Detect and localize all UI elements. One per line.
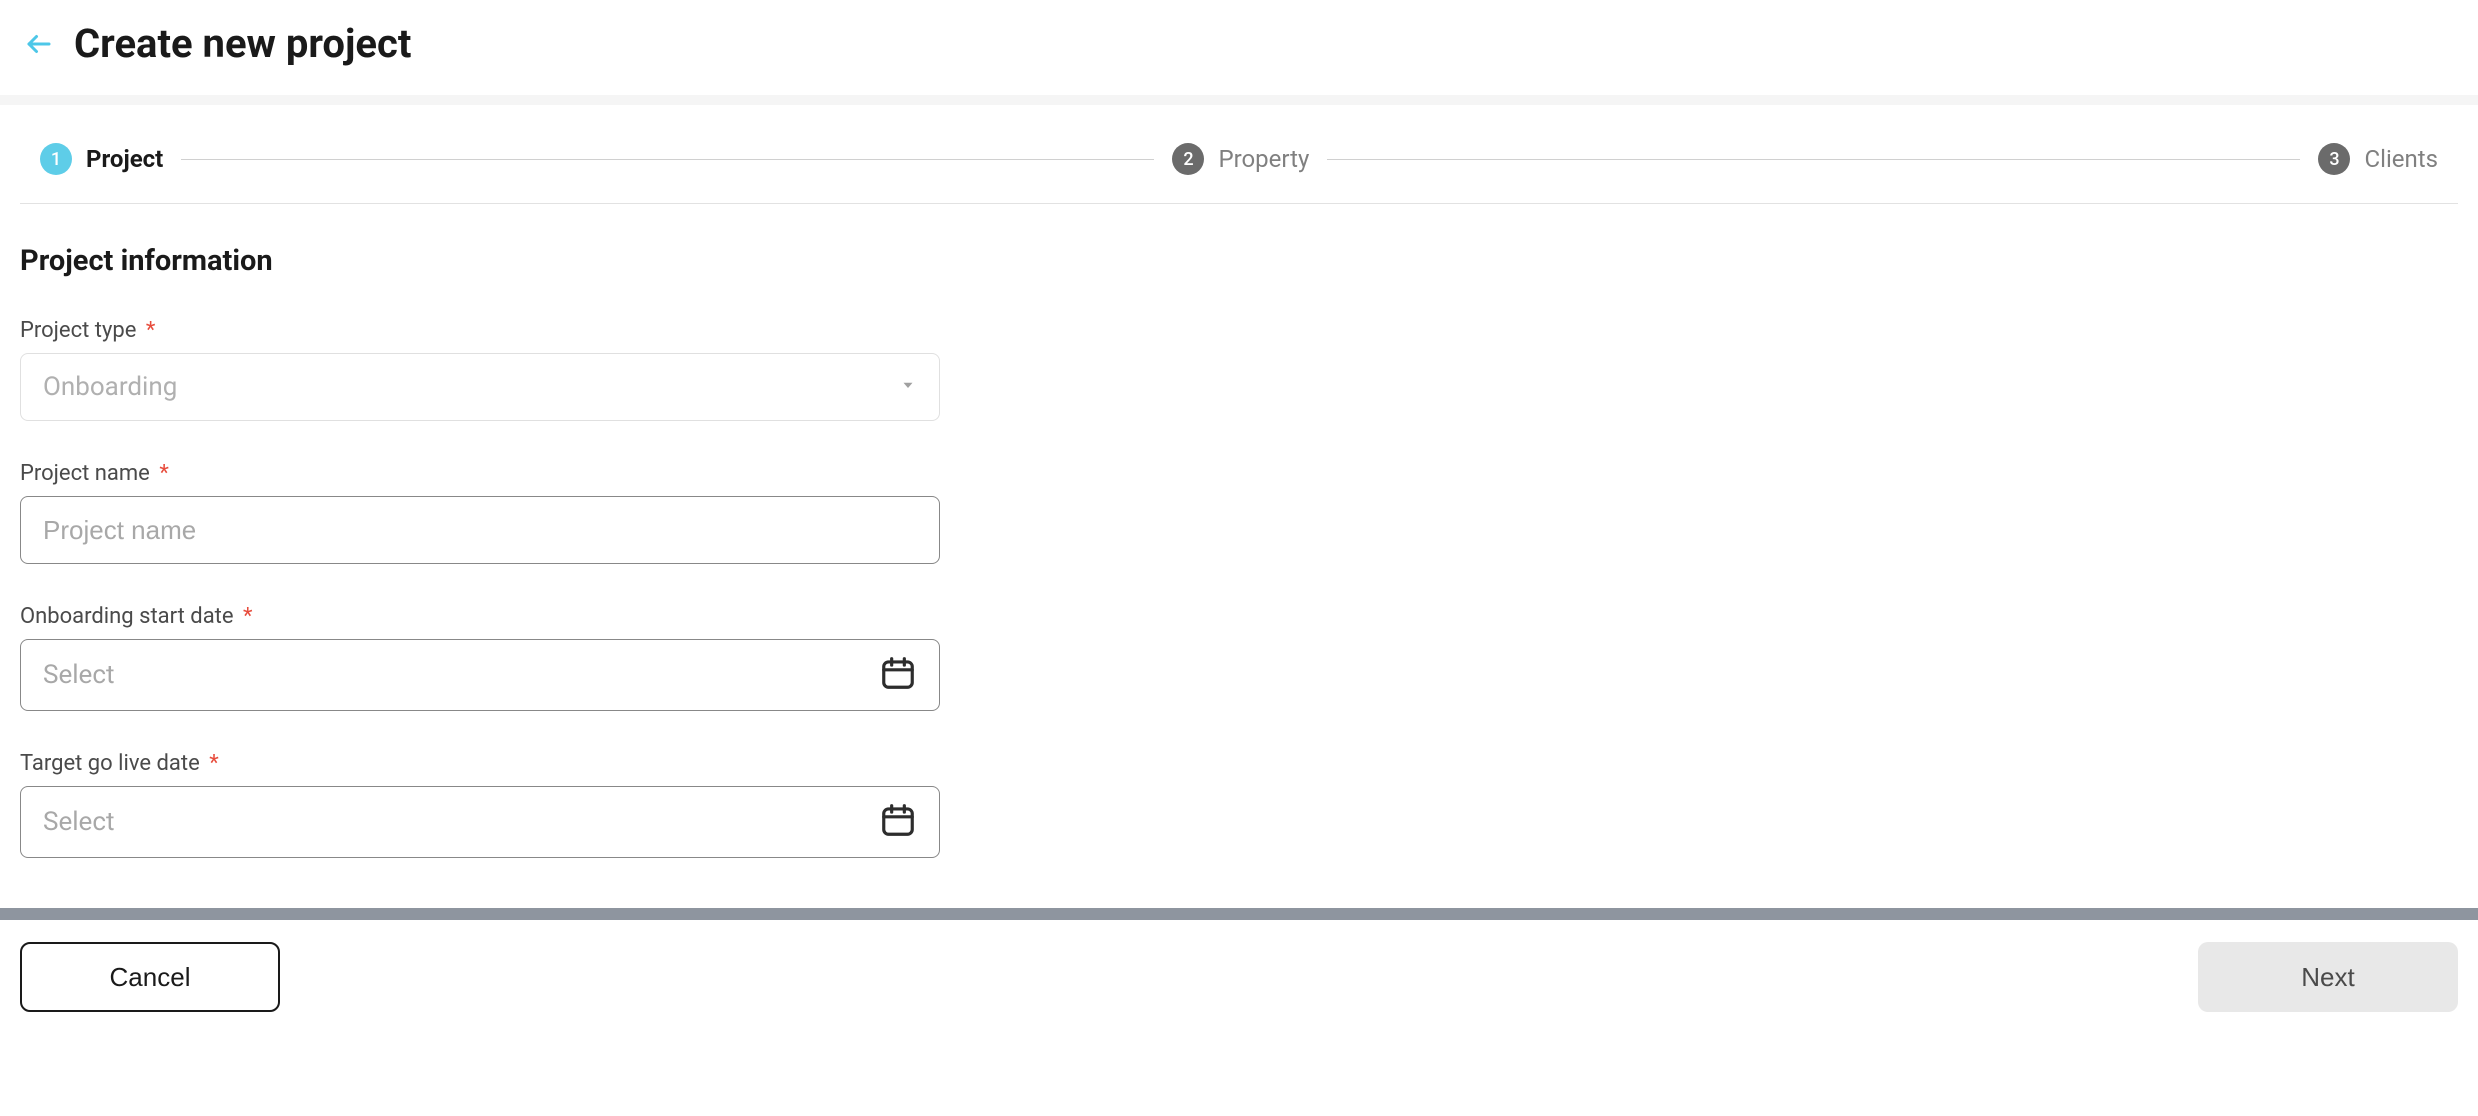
step-label-property: Property: [1218, 145, 1309, 173]
cancel-button[interactable]: Cancel: [20, 942, 280, 1012]
footer-actions: Cancel Next: [0, 920, 2478, 1034]
label-target-go-live-date: Target go live date *: [20, 751, 940, 776]
required-marker: *: [243, 604, 252, 629]
label-onboarding-start-date: Onboarding start date *: [20, 604, 940, 629]
calendar-icon: [879, 801, 917, 843]
step-property[interactable]: 2 Property: [1172, 143, 1309, 175]
field-target-go-live-date: Target go live date * Select: [20, 751, 940, 858]
project-name-input[interactable]: [20, 496, 940, 564]
label-text: Target go live date: [20, 751, 200, 776]
chevron-down-icon: [899, 376, 917, 398]
project-type-select[interactable]: Onboarding: [20, 353, 940, 421]
field-project-type: Project type * Onboarding: [20, 318, 940, 421]
step-circle-3: 3: [2318, 143, 2350, 175]
target-go-live-date-input[interactable]: Select: [20, 786, 940, 858]
form-fields: Project type * Onboarding Project name *: [20, 318, 940, 858]
wizard-stepper: 1 Project 2 Property 3 Clients: [20, 105, 2458, 203]
footer-separator-bar: [0, 908, 2478, 920]
next-button[interactable]: Next: [2198, 942, 2458, 1012]
page-title: Create new project: [74, 20, 411, 67]
field-onboarding-start-date: Onboarding start date * Select: [20, 604, 940, 711]
onboarding-start-placeholder: Select: [43, 660, 114, 690]
step-clients[interactable]: 3 Clients: [2318, 143, 2438, 175]
step-line: [1327, 159, 2300, 160]
back-arrow-icon[interactable]: [24, 29, 54, 59]
project-type-value: Onboarding: [43, 372, 177, 402]
target-go-live-placeholder: Select: [43, 807, 114, 837]
step-line: [181, 159, 1154, 160]
required-marker: *: [146, 318, 155, 343]
required-marker: *: [209, 751, 218, 776]
section-title: Project information: [20, 244, 2458, 278]
step-project[interactable]: 1 Project: [40, 143, 163, 175]
label-project-name: Project name *: [20, 461, 940, 486]
step-label-clients: Clients: [2364, 145, 2438, 173]
step-circle-1: 1: [40, 143, 72, 175]
header-divider-gap: [0, 95, 2478, 105]
label-text: Onboarding start date: [20, 604, 234, 629]
required-marker: *: [159, 461, 168, 486]
field-project-name: Project name *: [20, 461, 940, 564]
label-text: Project type: [20, 318, 136, 343]
label-project-type: Project type *: [20, 318, 940, 343]
step-circle-2: 2: [1172, 143, 1204, 175]
calendar-icon: [879, 654, 917, 696]
step-label-project: Project: [86, 145, 163, 173]
page-header: Create new project: [0, 0, 2478, 95]
label-text: Project name: [20, 461, 150, 486]
onboarding-start-date-input[interactable]: Select: [20, 639, 940, 711]
section-divider: [20, 203, 2458, 204]
